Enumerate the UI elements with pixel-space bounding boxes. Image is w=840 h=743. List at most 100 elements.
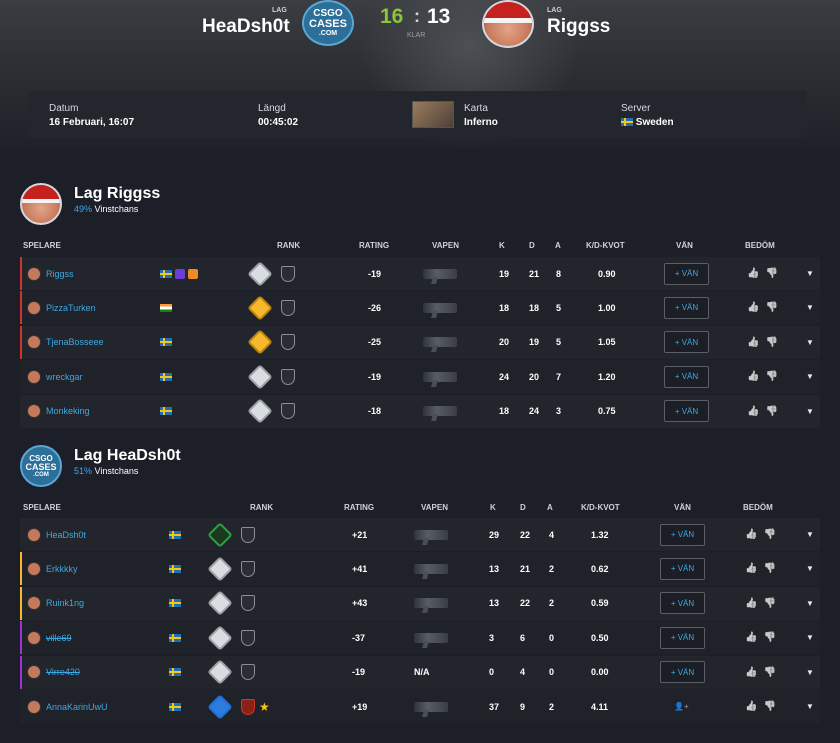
add-friend-button[interactable]: + VÄN: [664, 331, 709, 354]
weapon-icon: [423, 302, 457, 313]
team-left-name[interactable]: HeaDsh0t: [202, 16, 290, 38]
add-friend-button[interactable]: + VÄN: [664, 296, 709, 319]
add-friend-button[interactable]: + VÄN: [660, 592, 705, 615]
expand-row-icon[interactable]: ▼: [806, 291, 814, 324]
player-cell[interactable]: PizzaTurken: [27, 291, 96, 324]
expand-row-icon[interactable]: ▼: [806, 552, 814, 585]
player-avatar: [27, 527, 41, 542]
player-cell[interactable]: wreckgar: [27, 360, 83, 393]
player-cell[interactable]: HeaDsh0t: [27, 518, 86, 551]
expand-row-icon[interactable]: ▼: [806, 656, 814, 689]
player-cell[interactable]: Virre420: [27, 656, 80, 689]
weapon-icon: [423, 371, 457, 382]
thumbs-up-icon[interactable]: 👍: [747, 302, 765, 313]
expand-row-icon[interactable]: ▼: [806, 395, 814, 428]
weapon-icon: [414, 701, 448, 712]
thumbs-down-icon[interactable]: 👎: [763, 598, 781, 609]
player-name[interactable]: Erkkkky: [46, 564, 78, 574]
player-name[interactable]: Riggss: [46, 269, 74, 279]
thumbs-up-icon[interactable]: 👍: [745, 529, 763, 540]
add-friend-button[interactable]: + VÄN: [660, 661, 705, 684]
thumbs-down-icon[interactable]: 👎: [763, 667, 781, 678]
team-right-label: LAG: [547, 7, 562, 14]
player-avatar: [27, 300, 41, 315]
player-name[interactable]: Virre420: [46, 667, 80, 677]
thumbs-up-icon[interactable]: 👍: [745, 632, 763, 643]
player-name[interactable]: Monkeking: [46, 406, 90, 416]
thumbs-down-icon[interactable]: 👎: [763, 701, 781, 712]
thumbs-down-icon[interactable]: 👎: [763, 632, 781, 643]
player-name[interactable]: AnnaKarinUwU: [46, 702, 108, 712]
add-friend-button[interactable]: + VÄN: [664, 400, 709, 423]
thumbs-up-icon[interactable]: 👍: [747, 268, 765, 279]
thumbs-down-icon[interactable]: 👎: [765, 371, 783, 382]
thumbs-up-icon[interactable]: 👍: [745, 667, 763, 678]
map-info: Karta Inferno: [464, 103, 498, 128]
player-cell[interactable]: Erkkkky: [27, 552, 78, 585]
thumbs-down-icon[interactable]: 👎: [763, 529, 781, 540]
player-cell[interactable]: AnnaKarinUwU: [27, 690, 108, 723]
player-cell[interactable]: Monkeking: [27, 395, 90, 428]
rate-cell: 👍 👎: [747, 257, 784, 290]
rate-cell: 👍 👎: [745, 518, 782, 551]
thumbs-up-icon[interactable]: 👍: [747, 337, 765, 348]
rate-cell: 👍 👎: [747, 291, 784, 324]
col-k: K: [490, 503, 496, 512]
sweden-flag-icon: [160, 372, 172, 381]
expand-row-icon[interactable]: ▼: [806, 690, 814, 723]
col-player: SPELARE: [23, 241, 61, 250]
player-cell[interactable]: Ruink1ng: [27, 587, 84, 620]
thumbs-down-icon[interactable]: 👎: [763, 563, 781, 574]
player-cell[interactable]: ville69: [27, 621, 72, 654]
col-player: SPELARE: [23, 503, 61, 512]
player-name[interactable]: ville69: [46, 633, 72, 643]
player-cell[interactable]: TjenaBosseee: [27, 326, 104, 359]
sweden-flag-icon: [160, 338, 172, 347]
expand-row-icon[interactable]: ▼: [806, 360, 814, 393]
thumbs-down-icon[interactable]: 👎: [765, 302, 783, 313]
expand-row-icon[interactable]: ▼: [806, 518, 814, 551]
thumbs-down-icon[interactable]: 👎: [765, 268, 783, 279]
col-a: A: [547, 503, 553, 512]
expand-row-icon[interactable]: ▼: [806, 326, 814, 359]
add-friend-button[interactable]: + VÄN: [660, 523, 705, 546]
rank-cell: [247, 326, 295, 359]
player-name[interactable]: PizzaTurken: [46, 303, 96, 313]
thumbs-down-icon[interactable]: 👎: [765, 406, 783, 417]
add-friend-button[interactable]: + VÄN: [660, 557, 705, 580]
add-friend-button[interactable]: + VÄN: [664, 262, 709, 285]
player-name[interactable]: TjenaBosseee: [46, 337, 104, 347]
expand-row-icon[interactable]: ▼: [806, 621, 814, 654]
rate-cell: 👍 👎: [745, 621, 782, 654]
player-flags: [169, 690, 181, 723]
friend-cell: + VÄN: [664, 291, 709, 324]
map-label: Karta: [464, 103, 488, 114]
thumbs-up-icon[interactable]: 👍: [747, 371, 765, 382]
rate-cell: 👍 👎: [745, 656, 782, 689]
player-rating: -18: [368, 406, 382, 417]
thumbs-up-icon[interactable]: 👍: [745, 701, 763, 712]
col-kd: K/D-KVOT: [586, 241, 625, 250]
weapon-cell: [423, 360, 457, 393]
thumbs-up-icon[interactable]: 👍: [745, 563, 763, 574]
team2-name: Lag HeaDsh0t: [74, 447, 181, 464]
add-friend-button[interactable]: + VÄN: [664, 365, 709, 388]
player-name[interactable]: wreckgar: [46, 372, 83, 382]
col-friend: VÄN: [676, 241, 693, 250]
add-friend-button[interactable]: + VÄN: [660, 626, 705, 649]
thumbs-up-icon[interactable]: 👍: [747, 406, 765, 417]
rank-cell: [247, 360, 295, 393]
thumbs-up-icon[interactable]: 👍: [745, 598, 763, 609]
player-name[interactable]: HeaDsh0t: [46, 530, 86, 540]
expand-row-icon[interactable]: ▼: [806, 587, 814, 620]
player-cell[interactable]: Riggss: [27, 257, 74, 290]
weapon-cell: [423, 395, 457, 428]
rate-cell: 👍 👎: [745, 690, 782, 723]
player-name[interactable]: Ruink1ng: [46, 598, 84, 608]
score-separator: :: [414, 6, 420, 26]
thumbs-down-icon[interactable]: 👎: [765, 337, 783, 348]
weapon-cell: [423, 326, 457, 359]
expand-row-icon[interactable]: ▼: [806, 257, 814, 290]
player-avatar: [27, 630, 41, 645]
team-right-name[interactable]: Riggss: [547, 16, 610, 38]
